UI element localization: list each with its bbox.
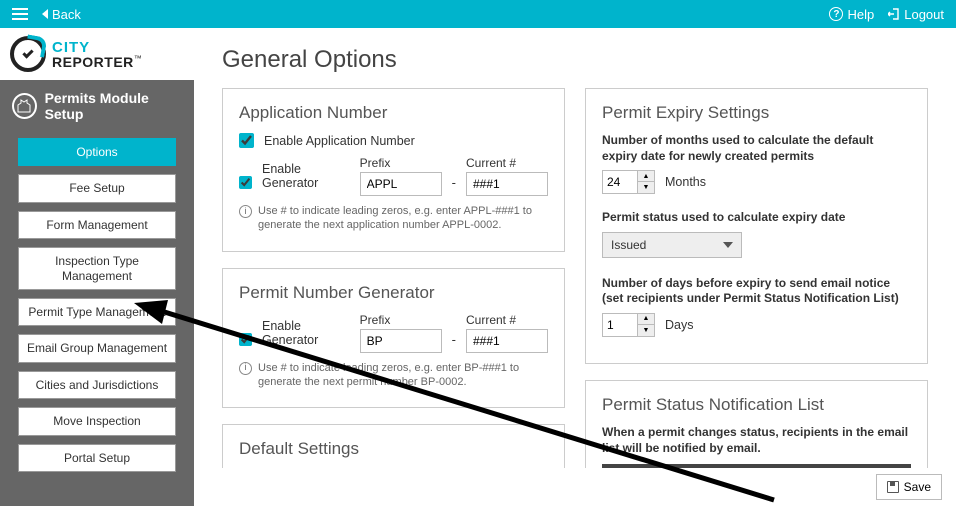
- nav-fee-setup[interactable]: Fee Setup: [18, 174, 176, 202]
- defaults-title: Default Settings: [239, 439, 548, 459]
- app-enable-generator-checkbox[interactable]: [239, 175, 252, 190]
- app-current-label: Current #: [466, 156, 548, 170]
- save-button[interactable]: Save: [876, 474, 942, 500]
- notify-title: Permit Status Notification List: [602, 395, 911, 415]
- nav-move-inspection[interactable]: Move Inspection: [18, 407, 176, 435]
- save-label: Save: [904, 480, 931, 494]
- permit-hint: Use # to indicate leading zeros, e.g. en…: [258, 361, 548, 390]
- brand-logo: CITY REPORTER™: [0, 28, 194, 80]
- nav-permit-type[interactable]: Permit Type Management: [18, 298, 176, 326]
- brand-top: CITY: [52, 40, 142, 55]
- logout-link[interactable]: Logout: [888, 7, 944, 22]
- info-icon: i: [239, 362, 252, 375]
- sidebar: CITY REPORTER™ Permits Module Setup Opti…: [0, 28, 194, 506]
- nav-portal-setup[interactable]: Portal Setup: [18, 444, 176, 472]
- app-prefix-label: Prefix: [360, 156, 442, 170]
- dash: -: [452, 175, 456, 196]
- logout-icon: [888, 8, 900, 20]
- logout-label: Logout: [904, 7, 944, 22]
- permit-enable-generator-checkbox[interactable]: [239, 332, 252, 347]
- card-application-number: Application Number Enable Application Nu…: [222, 88, 565, 252]
- info-icon: i: [239, 205, 252, 218]
- help-icon: ?: [829, 7, 843, 21]
- content-scroll[interactable]: General Options Application Number Enabl…: [194, 28, 956, 506]
- expiry-status-label: Permit status used to calculate expiry d…: [602, 210, 911, 226]
- spin-up[interactable]: ▲: [638, 314, 654, 325]
- permit-current-label: Current #: [466, 313, 548, 327]
- permit-prefix-label: Prefix: [360, 313, 442, 327]
- expiry-days-spinner[interactable]: ▲▼: [602, 313, 655, 337]
- permit-num-title: Permit Number Generator: [239, 283, 548, 303]
- module-icon: [12, 93, 37, 119]
- module-title: Permits Module Setup: [45, 90, 182, 122]
- notify-desc: When a permit changes status, recipients…: [602, 425, 911, 456]
- nav-form-management[interactable]: Form Management: [18, 211, 176, 239]
- expiry-days-input[interactable]: [603, 314, 637, 336]
- expiry-months-label: Number of months used to calculate the d…: [602, 133, 911, 164]
- expiry-days-unit: Days: [665, 318, 693, 332]
- caret-down-icon: [723, 242, 733, 248]
- permit-prefix-input[interactable]: [360, 329, 442, 353]
- save-bar: Save: [194, 468, 942, 506]
- trademark: ™: [134, 54, 142, 63]
- expiry-months-spinner[interactable]: ▲▼: [602, 170, 655, 194]
- expiry-days-label: Number of days before expiry to send ema…: [602, 276, 911, 307]
- enable-app-number-checkbox[interactable]: [239, 133, 254, 148]
- permit-enable-generator-label: Enable Generator: [262, 319, 344, 347]
- expiry-status-value: Issued: [611, 238, 646, 252]
- page-title: General Options: [222, 46, 928, 74]
- expiry-status-select[interactable]: Issued: [602, 232, 742, 258]
- logo-mark: [10, 36, 46, 72]
- menu-icon[interactable]: [12, 8, 28, 20]
- app-prefix-input[interactable]: [360, 172, 442, 196]
- nav-cities[interactable]: Cities and Jurisdictions: [18, 371, 176, 399]
- help-link[interactable]: ? Help: [829, 7, 874, 22]
- nav-email-group[interactable]: Email Group Management: [18, 334, 176, 362]
- nav-options[interactable]: Options: [18, 138, 176, 166]
- expiry-months-unit: Months: [665, 175, 706, 189]
- expiry-title: Permit Expiry Settings: [602, 103, 911, 123]
- topbar: Back ? Help Logout: [0, 0, 956, 28]
- spin-down[interactable]: ▼: [638, 325, 654, 336]
- nav: Options Fee Setup Form Management Inspec…: [0, 132, 194, 490]
- back-label: Back: [52, 7, 81, 22]
- expiry-months-input[interactable]: [603, 171, 637, 193]
- enable-app-number-label: Enable Application Number: [264, 134, 415, 148]
- app-current-input[interactable]: [466, 172, 548, 196]
- app-enable-generator-label: Enable Generator: [262, 162, 344, 190]
- app-hint: Use # to indicate leading zeros, e.g. en…: [258, 204, 548, 233]
- card-permit-number: Permit Number Generator Enable Generator…: [222, 268, 565, 409]
- spin-up[interactable]: ▲: [638, 171, 654, 182]
- save-icon: [887, 481, 899, 493]
- permit-current-input[interactable]: [466, 329, 548, 353]
- help-label: Help: [847, 7, 874, 22]
- card-expiry-settings: Permit Expiry Settings Number of months …: [585, 88, 928, 364]
- back-link[interactable]: Back: [42, 7, 81, 22]
- brand-bottom: REPORTER: [52, 54, 134, 70]
- chevron-left-icon: [42, 9, 48, 19]
- dash: -: [452, 332, 456, 353]
- module-header: Permits Module Setup: [0, 80, 194, 132]
- main: General Options Application Number Enabl…: [194, 28, 956, 506]
- nav-inspection-type[interactable]: Inspection Type Management: [18, 247, 176, 290]
- app-num-title: Application Number: [239, 103, 548, 123]
- spin-down[interactable]: ▼: [638, 182, 654, 193]
